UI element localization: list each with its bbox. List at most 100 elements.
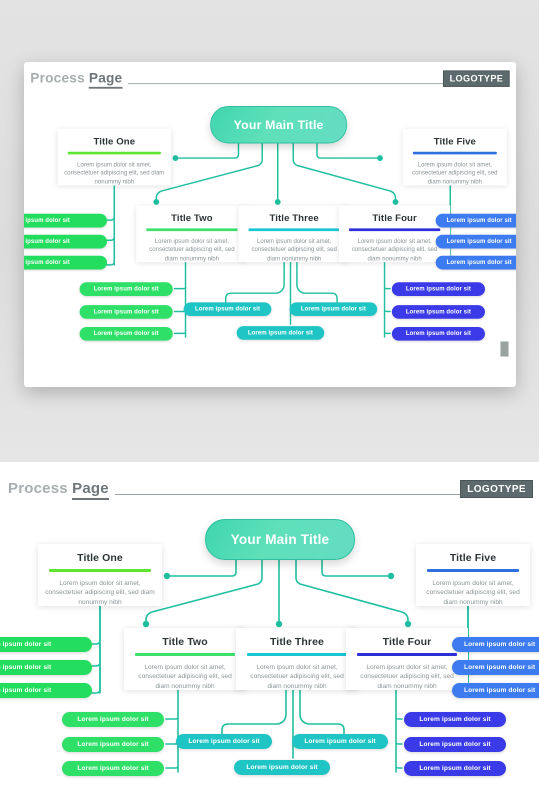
child-pill-title-one-3[interactable]: Lorem ipsum dolor sit [24, 255, 107, 270]
child-pill-title-four-3[interactable]: Lorem ipsum dolor sit [391, 326, 485, 341]
child-pill-label: Lorem ipsum dolor sit [188, 738, 260, 745]
node-accent-bar-title-four [348, 228, 441, 232]
child-pill-label: Lorem ipsum dolor sit [304, 738, 376, 745]
node-card-title-four[interactable]: Title Four Lorem ipsum dolor sit amet, co… [338, 205, 451, 263]
page-root: Process Page LOGOTYPE Your Main Title Title… [0, 0, 539, 812]
main-title-label: Your Main Title [233, 117, 324, 132]
main-title-node[interactable]: Your Main Title [210, 106, 348, 144]
child-pill-label: Lorem ipsum dolor sit [446, 217, 512, 224]
node-title-title-three: Title Three [269, 212, 319, 224]
child-pill-label: Lorem ipsum dolor sit [77, 716, 149, 723]
node-description-title-five: Lorem ipsum dolor sit amet, consectetuer… [426, 580, 520, 606]
child-pill-title-three-1[interactable]: Lorem ipsum dolor sit [176, 734, 272, 749]
child-pill-label: Lorem ipsum dolor sit [77, 765, 149, 772]
main-title-label: Your Main Title [230, 532, 330, 547]
node-title-title-two: Title Two [162, 636, 208, 648]
node-accent-bar-title-one [67, 151, 161, 155]
child-pill-title-five-3[interactable]: Lorem ipsum dolor sit [452, 683, 539, 698]
node-card-title-three[interactable]: Title Three Lorem ipsum dolor sit amet, c… [236, 628, 358, 690]
child-pill-title-five-3[interactable]: Lorem ipsum dolor sit [435, 255, 516, 270]
watermark-mark [500, 341, 509, 357]
child-pill-title-one-1[interactable]: Lorem ipsum dolor sit [24, 213, 107, 228]
node-accent-bar-title-three [247, 653, 347, 656]
node-description-title-one: Lorem ipsum dolor sit amet, consectetuer… [45, 580, 155, 606]
child-pill-label: Lorem ipsum dolor sit [246, 764, 318, 771]
node-description-title-four: Lorem ipsum dolor sit amet, consectetuer… [360, 664, 454, 690]
child-pill-title-five-2[interactable]: Lorem ipsum dolor sit [452, 660, 539, 675]
node-title-title-three: Title Three [269, 636, 324, 648]
child-pill-title-one-2[interactable]: Lorem ipsum dolor sit [0, 660, 92, 675]
child-pill-label: Lorem ipsum dolor sit [405, 308, 471, 316]
child-pill-label: Lorem ipsum dolor sit [464, 687, 536, 694]
child-pill-title-four-3[interactable]: Lorem ipsum dolor sit [404, 761, 506, 776]
child-pill-title-four-2[interactable]: Lorem ipsum dolor sit [404, 737, 506, 752]
node-description-title-five: Lorem ipsum dolor sit amet, consectetuer… [412, 161, 498, 186]
child-pill-title-two-2[interactable]: Lorem ipsum dolor sit [79, 305, 173, 319]
node-description-title-three: Lorem ipsum dolor sit amet, consectetuer… [251, 238, 337, 262]
child-pill-label: Lorem ipsum dolor sit [446, 238, 512, 245]
node-card-title-five[interactable]: Title Five Lorem ipsum dolor sit amet, co… [402, 128, 507, 186]
node-title-title-two: Title Two [171, 212, 213, 224]
main-title-node[interactable]: Your Main Title [205, 519, 355, 560]
diagram-fullsize-wrap: Process Page LOGOTYPE Your Main Title Title… [0, 462, 539, 812]
node-card-title-one[interactable]: Title One Lorem ipsum dolor sit amet, con… [57, 128, 171, 186]
child-pill-title-five-1[interactable]: Lorem ipsum dolor sit [435, 213, 516, 228]
node-card-title-two[interactable]: Title Two Lorem ipsum dolor sit amet, con… [124, 628, 246, 690]
child-pill-title-two-2[interactable]: Lorem ipsum dolor sit [62, 737, 164, 752]
child-pill-label: Lorem ipsum dolor sit [446, 259, 512, 266]
child-pill-label: Lorem ipsum dolor sit [405, 285, 471, 293]
child-pill-label: Lorem ipsum dolor sit [77, 741, 149, 748]
node-card-title-two[interactable]: Title Two Lorem ipsum dolor sit amet, con… [136, 205, 248, 263]
node-description-title-two: Lorem ipsum dolor sit amet, consectetuer… [149, 238, 235, 262]
child-pill-title-one-3[interactable]: Lorem ipsum dolor sit [0, 683, 92, 698]
child-pill-label: Lorem ipsum dolor sit [247, 329, 314, 337]
node-description-title-two: Lorem ipsum dolor sit amet, consectetuer… [138, 664, 232, 690]
child-pill-title-four-1[interactable]: Lorem ipsum dolor sit [404, 712, 506, 727]
node-card-title-five[interactable]: Title Five Lorem ipsum dolor sit amet, co… [416, 544, 530, 606]
child-pill-title-three-2[interactable]: Lorem ipsum dolor sit [289, 302, 378, 317]
child-pill-title-four-2[interactable]: Lorem ipsum dolor sit [391, 305, 485, 319]
child-pill-title-two-3[interactable]: Lorem ipsum dolor sit [79, 326, 173, 341]
node-title-title-four: Title Four [372, 212, 417, 224]
node-card-title-three[interactable]: Title Three Lorem ipsum dolor sit amet, c… [238, 205, 350, 263]
child-pill-title-two-3[interactable]: Lorem ipsum dolor sit [62, 761, 164, 776]
child-pill-label: Lorem ipsum dolor sit [93, 285, 159, 293]
child-pill-title-five-2[interactable]: Lorem ipsum dolor sit [435, 234, 516, 249]
child-pill-title-two-1[interactable]: Lorem ipsum dolor sit [62, 712, 164, 727]
node-title-title-one: Title One [77, 552, 123, 564]
child-pill-label: Lorem ipsum dolor sit [419, 765, 491, 772]
child-pill-label: Lorem ipsum dolor sit [0, 687, 52, 694]
child-pill-label: Lorem ipsum dolor sit [0, 641, 52, 648]
child-pill-label: Lorem ipsum dolor sit [419, 716, 491, 723]
preview-card: Process Page LOGOTYPE Your Main Title Title… [24, 62, 516, 387]
node-accent-bar-title-five [427, 569, 519, 572]
child-pill-label: Lorem ipsum dolor sit [93, 330, 159, 338]
child-pill-label: Lorem ipsum dolor sit [300, 305, 366, 313]
child-pill-title-three-1[interactable]: Lorem ipsum dolor sit [183, 302, 272, 317]
node-card-title-one[interactable]: Title One Lorem ipsum dolor sit amet, con… [38, 544, 162, 606]
child-pill-title-three-2[interactable]: Lorem ipsum dolor sit [292, 734, 388, 749]
node-card-title-four[interactable]: Title Four Lorem ipsum dolor sit amet, co… [346, 628, 468, 690]
child-pill-label: Lorem ipsum dolor sit [419, 741, 491, 748]
child-pill-label: Lorem ipsum dolor sit [24, 259, 70, 266]
child-pill-label: Lorem ipsum dolor sit [464, 641, 536, 648]
child-pill-title-four-1[interactable]: Lorem ipsum dolor sit [391, 282, 485, 296]
child-pill-label: Lorem ipsum dolor sit [93, 308, 159, 316]
child-pill-title-three-3[interactable]: Lorem ipsum dolor sit [236, 326, 325, 340]
child-pill-label: Lorem ipsum dolor sit [194, 305, 261, 313]
child-pill-title-two-1[interactable]: Lorem ipsum dolor sit [79, 282, 173, 296]
child-pill-title-five-1[interactable]: Lorem ipsum dolor sit [452, 637, 539, 652]
node-title-title-five: Title Five [433, 136, 476, 148]
child-pill-title-one-2[interactable]: Lorem ipsum dolor sit [24, 234, 107, 249]
child-pill-label: Lorem ipsum dolor sit [464, 664, 536, 671]
child-pill-title-three-3[interactable]: Lorem ipsum dolor sit [234, 760, 330, 775]
node-title-title-five: Title Five [449, 552, 497, 564]
child-pill-label: Lorem ipsum dolor sit [405, 330, 471, 338]
node-title-title-one: Title One [93, 136, 136, 148]
diagram-preview: Process Page LOGOTYPE Your Main Title Title… [24, 62, 516, 374]
node-accent-bar-title-two [146, 228, 238, 232]
child-pill-label: Lorem ipsum dolor sit [24, 217, 70, 224]
child-pill-label: Lorem ipsum dolor sit [24, 238, 70, 245]
child-pill-title-one-1[interactable]: Lorem ipsum dolor sit [0, 637, 92, 652]
node-accent-bar-title-one [49, 569, 151, 572]
